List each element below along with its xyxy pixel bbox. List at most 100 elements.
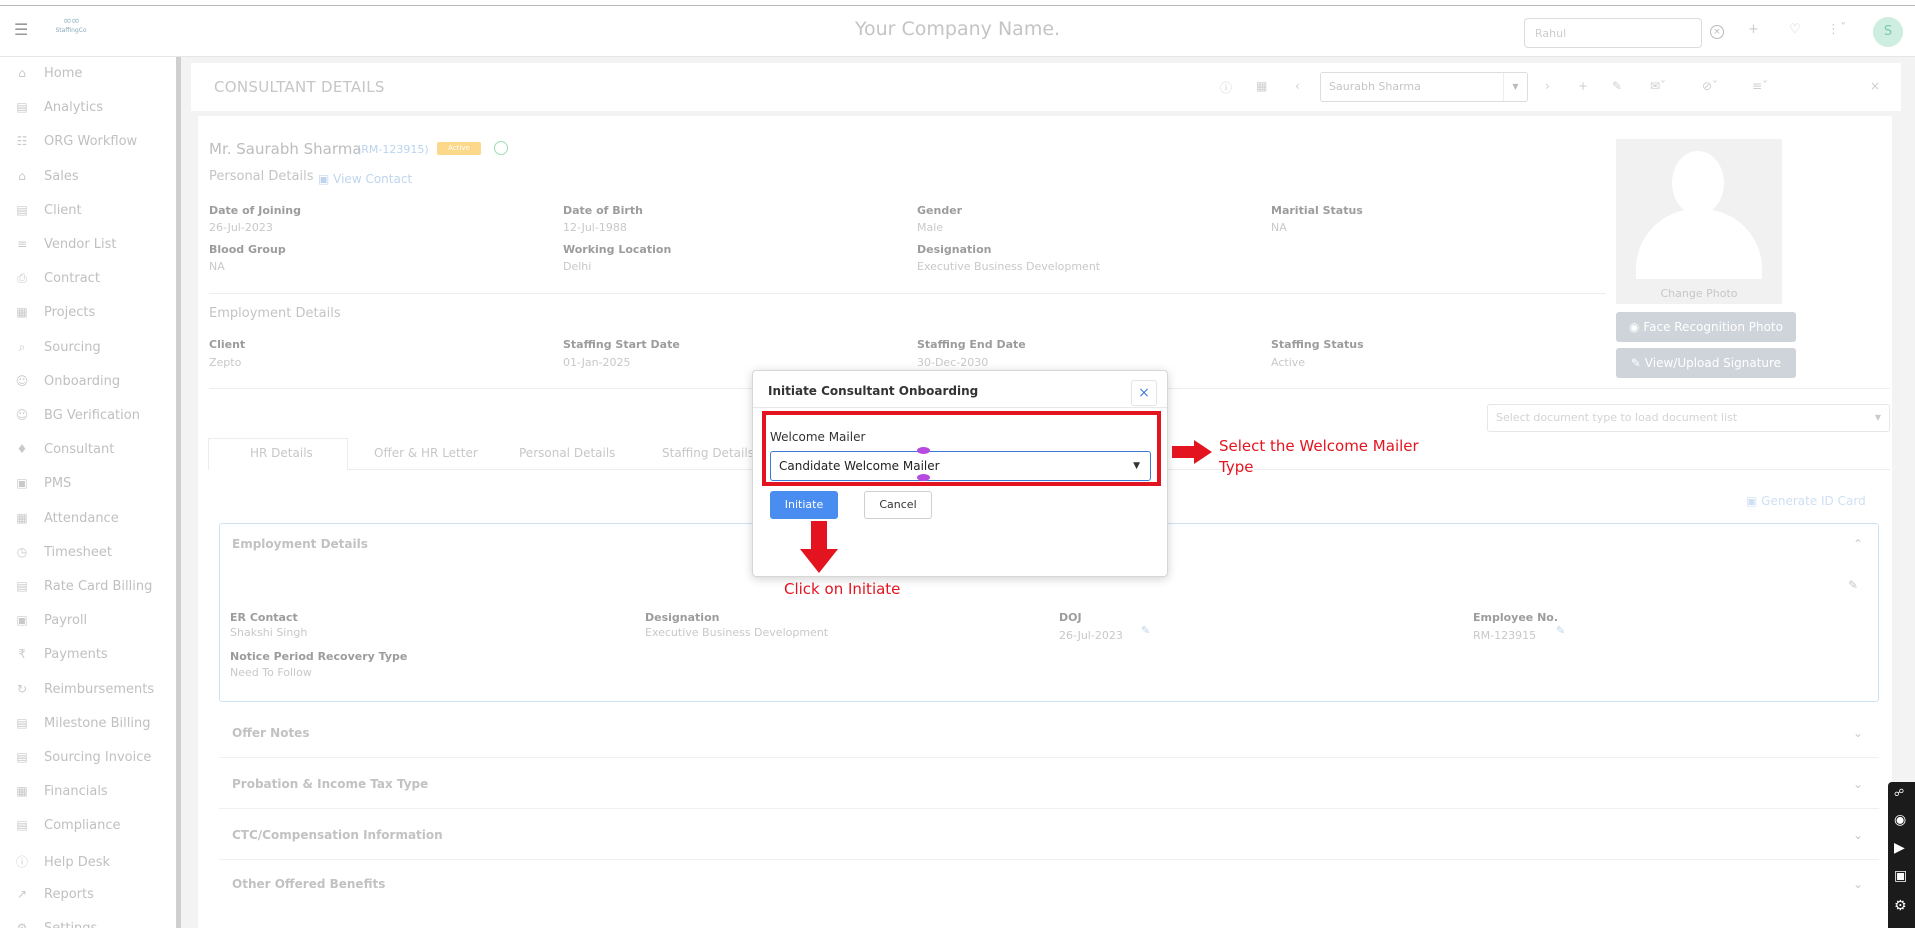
list-menu-icon[interactable]: ≡ˇ: [1752, 79, 1768, 93]
field-value: 26-Jul-2023: [209, 221, 273, 234]
accordion-other-benefits[interactable]: Other Offered Benefits: [232, 877, 385, 891]
sidebar-item-reimbursements[interactable]: ↻ Reimbursements: [14, 682, 174, 702]
home-icon: ⌂: [18, 66, 26, 80]
help-icon: ⓘ: [15, 854, 28, 869]
vendor-icon: ≡: [16, 237, 28, 251]
sidebar-item-payments[interactable]: ₹ Payments: [14, 647, 174, 667]
tab-offer-hr-letter[interactable]: Offer & HR Letter: [374, 446, 478, 460]
camera-icon[interactable]: ◉: [1894, 812, 1906, 828]
edit-icon[interactable]: ✎: [1612, 79, 1622, 93]
close-icon[interactable]: ×: [1870, 79, 1880, 93]
document-type-select[interactable]: Select document type to load document li…: [1487, 404, 1890, 432]
chevron-down-icon[interactable]: ⌄: [1853, 777, 1863, 791]
clear-search-icon[interactable]: ×: [1710, 25, 1724, 39]
bell-icon[interactable]: ♡: [1789, 22, 1801, 37]
sidebar-item-label: Home: [44, 66, 83, 81]
initiate-button[interactable]: Initiate: [770, 491, 838, 519]
sidebar-item-contract[interactable]: ⎙ Contract: [14, 271, 174, 291]
field-value: Delhi: [563, 260, 592, 273]
close-icon[interactable]: ×: [1131, 380, 1157, 406]
sidebar-item-reports[interactable]: ↗ Reports: [14, 887, 174, 907]
sidebar-item-pms[interactable]: ▣ PMS: [14, 476, 174, 496]
add-icon[interactable]: +: [1578, 79, 1588, 93]
window-icon[interactable]: ▣: [1894, 868, 1907, 884]
divider: [219, 808, 1879, 809]
sidebar-item-onboarding[interactable]: ☺ Onboarding: [14, 374, 174, 394]
chevron-right-icon[interactable]: ›: [1545, 79, 1550, 93]
sidebar-item-label: Financials: [44, 784, 108, 800]
sidebar-item-rate-card-billing[interactable]: ▤ Rate Card Billing: [14, 579, 174, 599]
sidebar-item-sourcing[interactable]: ⌕ Sourcing: [14, 340, 174, 360]
reports-icon: ↗: [16, 886, 28, 901]
panel-title[interactable]: Employment Details: [232, 537, 368, 551]
sidebar-item-label: Rate Card Billing: [44, 579, 153, 594]
sidebar-item-help-desk[interactable]: ⓘ Help Desk: [14, 853, 174, 873]
sidebar-item-analytics[interactable]: ▤ Analytics: [14, 100, 174, 120]
consultant-id: (RM-123915): [357, 143, 429, 156]
sidebar-item-settings[interactable]: ⚙ Settings: [14, 921, 174, 928]
chevron-down-icon[interactable]: ⌄: [1853, 726, 1863, 740]
sidebar-item-label: Contract: [44, 271, 100, 287]
generate-id-card-button[interactable]: ▣ Generate ID Card: [1746, 494, 1866, 508]
whatsapp-icon[interactable]: [494, 141, 508, 155]
divider: [209, 293, 1606, 294]
chevron-down-icon: ▼: [1503, 73, 1527, 101]
add-icon[interactable]: +: [1748, 22, 1759, 37]
edit-doj-icon[interactable]: ✎: [1141, 624, 1150, 637]
more-menu-icon[interactable]: ⋮ˇ: [1827, 22, 1847, 37]
tab-staffing-details[interactable]: Staffing Details: [662, 446, 754, 460]
field-value: RM-123915: [1473, 629, 1537, 642]
field-label: Client: [209, 338, 246, 351]
sidebar-item-financials[interactable]: ▦ Financials: [14, 784, 174, 804]
consultant-select[interactable]: Saurabh Sharma ▼: [1320, 72, 1528, 102]
gear-icon[interactable]: ⚙: [1894, 898, 1907, 914]
grid-icon[interactable]: ▦: [1256, 79, 1267, 93]
sidebar-item-label: Onboarding: [44, 373, 121, 389]
sidebar-item-payroll[interactable]: ▣ Payroll: [14, 613, 174, 633]
accordion-probation[interactable]: Probation & Income Tax Type: [232, 777, 428, 791]
sidebar-item-bg-verification[interactable]: ☺ BG Verification: [14, 408, 174, 428]
help-icon[interactable]: ⓘ: [1220, 79, 1232, 96]
sidebar-item-org-workflow[interactable]: ☷ ORG Workflow: [14, 134, 174, 154]
sidebar-item-attendance[interactable]: ▦ Attendance: [14, 511, 174, 531]
rate-card-icon: ▤: [16, 579, 28, 593]
upload-signature-button[interactable]: ✎ View/Upload Signature: [1616, 348, 1796, 378]
global-search-input[interactable]: [1524, 18, 1702, 48]
generate-id-card-label: Generate ID Card: [1761, 494, 1866, 508]
edit-employee-no-icon[interactable]: ✎: [1556, 624, 1565, 637]
sidebar-item-home[interactable]: ⌂ Home: [14, 66, 174, 86]
chevron-left-icon[interactable]: ‹: [1295, 79, 1300, 93]
sidebar-item-sales[interactable]: ⌂ Sales: [14, 169, 174, 189]
sidebar-item-milestone-billing[interactable]: ▤ Milestone Billing: [14, 716, 174, 736]
field-value: Shakshi Singh: [230, 626, 308, 639]
profile-photo[interactable]: Change Photo: [1616, 139, 1782, 304]
chevron-up-icon[interactable]: ⌃: [1853, 537, 1863, 551]
sidebar-item-timesheet[interactable]: ◷ Timesheet: [14, 545, 174, 565]
sidebar-item-projects[interactable]: ▦ Projects: [14, 305, 174, 325]
sidebar-item-vendor-list[interactable]: ≡ Vendor List: [14, 237, 174, 257]
contract-icon: ⎙: [17, 271, 27, 286]
video-icon[interactable]: ▶: [1894, 840, 1905, 856]
mail-icon[interactable]: ✉ˇ: [1650, 79, 1666, 93]
block-icon[interactable]: ⊘ˇ: [1702, 79, 1718, 93]
sidebar-item-consultant[interactable]: ♦ Consultant: [14, 442, 174, 462]
sales-icon: ⌂: [18, 168, 26, 183]
edit-icon[interactable]: ✎: [1848, 578, 1858, 592]
chevron-down-icon[interactable]: ⌄: [1853, 877, 1863, 891]
tab-hr-details[interactable]: HR Details: [250, 446, 313, 460]
face-recognition-button[interactable]: ◉ Face Recognition Photo: [1616, 312, 1796, 342]
sidebar-item-compliance[interactable]: ▤ Compliance: [14, 818, 174, 838]
chevron-down-icon[interactable]: ⌄: [1853, 828, 1863, 842]
cancel-button[interactable]: Cancel: [864, 491, 932, 519]
user-avatar[interactable]: S: [1873, 17, 1903, 47]
accordion-offer-notes[interactable]: Offer Notes: [232, 726, 309, 740]
payroll-icon: ▣: [16, 613, 28, 628]
link-icon[interactable]: ☍: [1894, 788, 1904, 799]
arrow-down-icon: [800, 521, 838, 573]
accordion-ctc[interactable]: CTC/Compensation Information: [232, 828, 443, 842]
view-contact-link[interactable]: ▣ View Contact: [318, 172, 412, 186]
sidebar-item-client[interactable]: ▤ Client: [14, 203, 174, 223]
view-contact-label: View Contact: [333, 172, 413, 186]
tab-personal-details[interactable]: Personal Details: [519, 446, 615, 460]
sidebar-item-sourcing-invoice[interactable]: ▤ Sourcing Invoice: [14, 750, 174, 770]
